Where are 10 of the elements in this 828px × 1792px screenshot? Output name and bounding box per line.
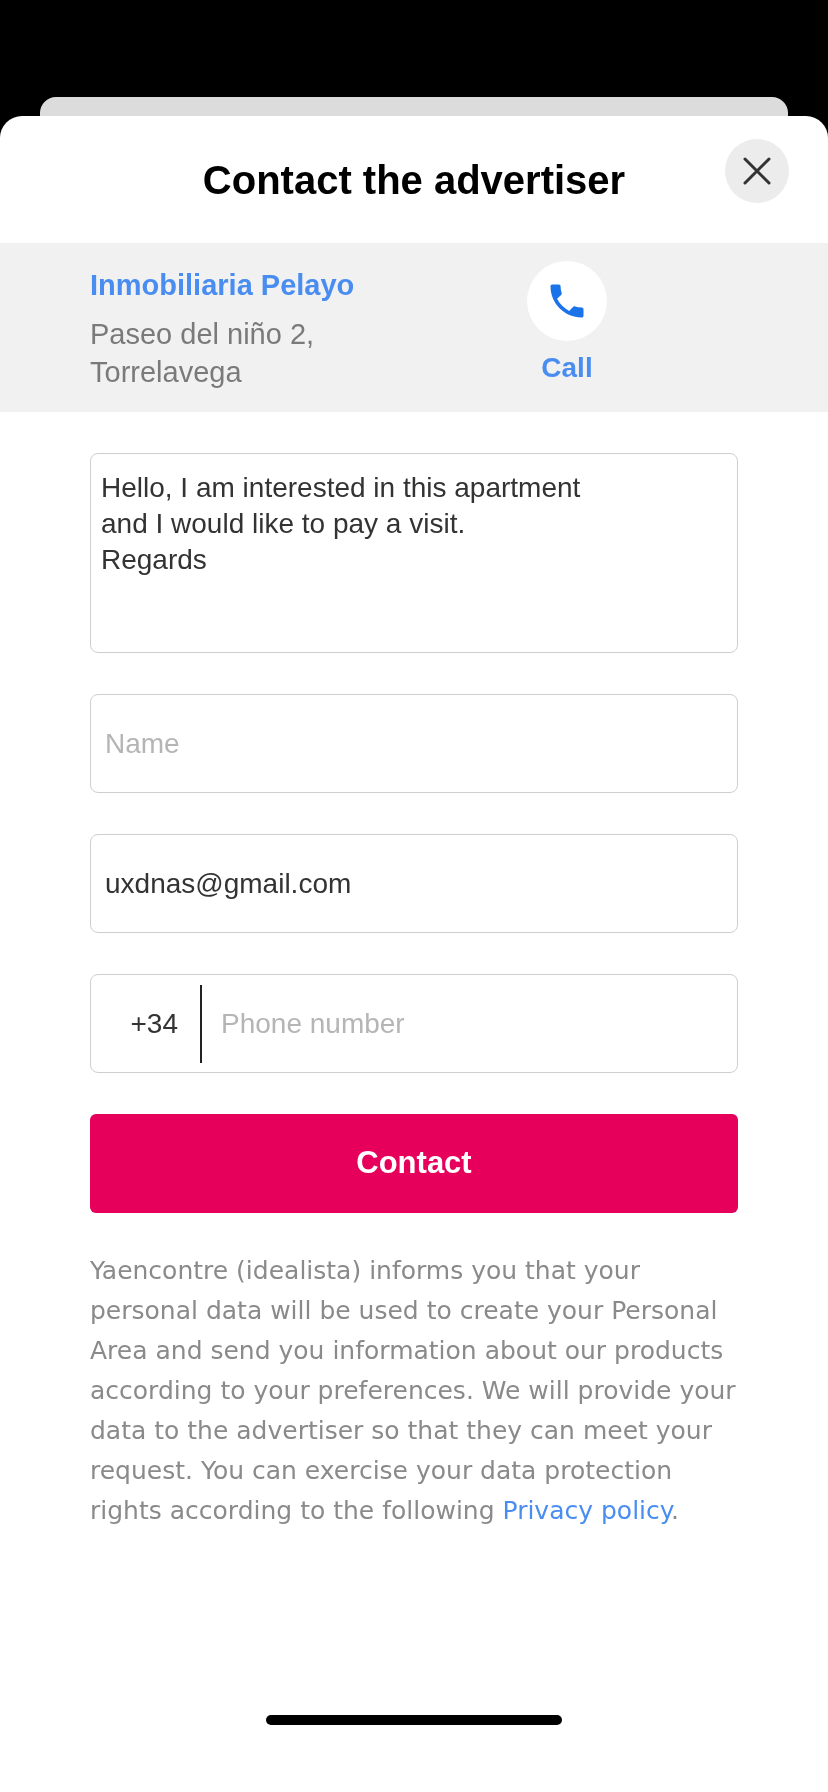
advertiser-address: Paseo del niño 2, Torrelavega — [90, 317, 316, 390]
name-field[interactable]: Name — [90, 694, 738, 793]
message-field[interactable]: Hello, I am interested in this apartment and I would like to pay a visit. Regards — [90, 453, 738, 653]
contact-button[interactable]: Contact — [90, 1114, 738, 1213]
phone-field[interactable]: +34 Phone number — [90, 974, 738, 1073]
close-icon — [743, 157, 771, 185]
country-code[interactable]: +34 — [91, 1002, 200, 1045]
email-field[interactable]: uxdnas@gmail.com — [90, 834, 738, 933]
privacy-notice: Yaencontre (idealista) informs you that your personal data will be used to create your Personal Area and send you information about our products according to your preferences. We will provide your data to the advertiser so that they can meet your request. You can exercise your data protection rights according to the following Privacy policy. — [90, 1255, 737, 1527]
dialog-title: Contact the advertiser — [202, 156, 626, 204]
